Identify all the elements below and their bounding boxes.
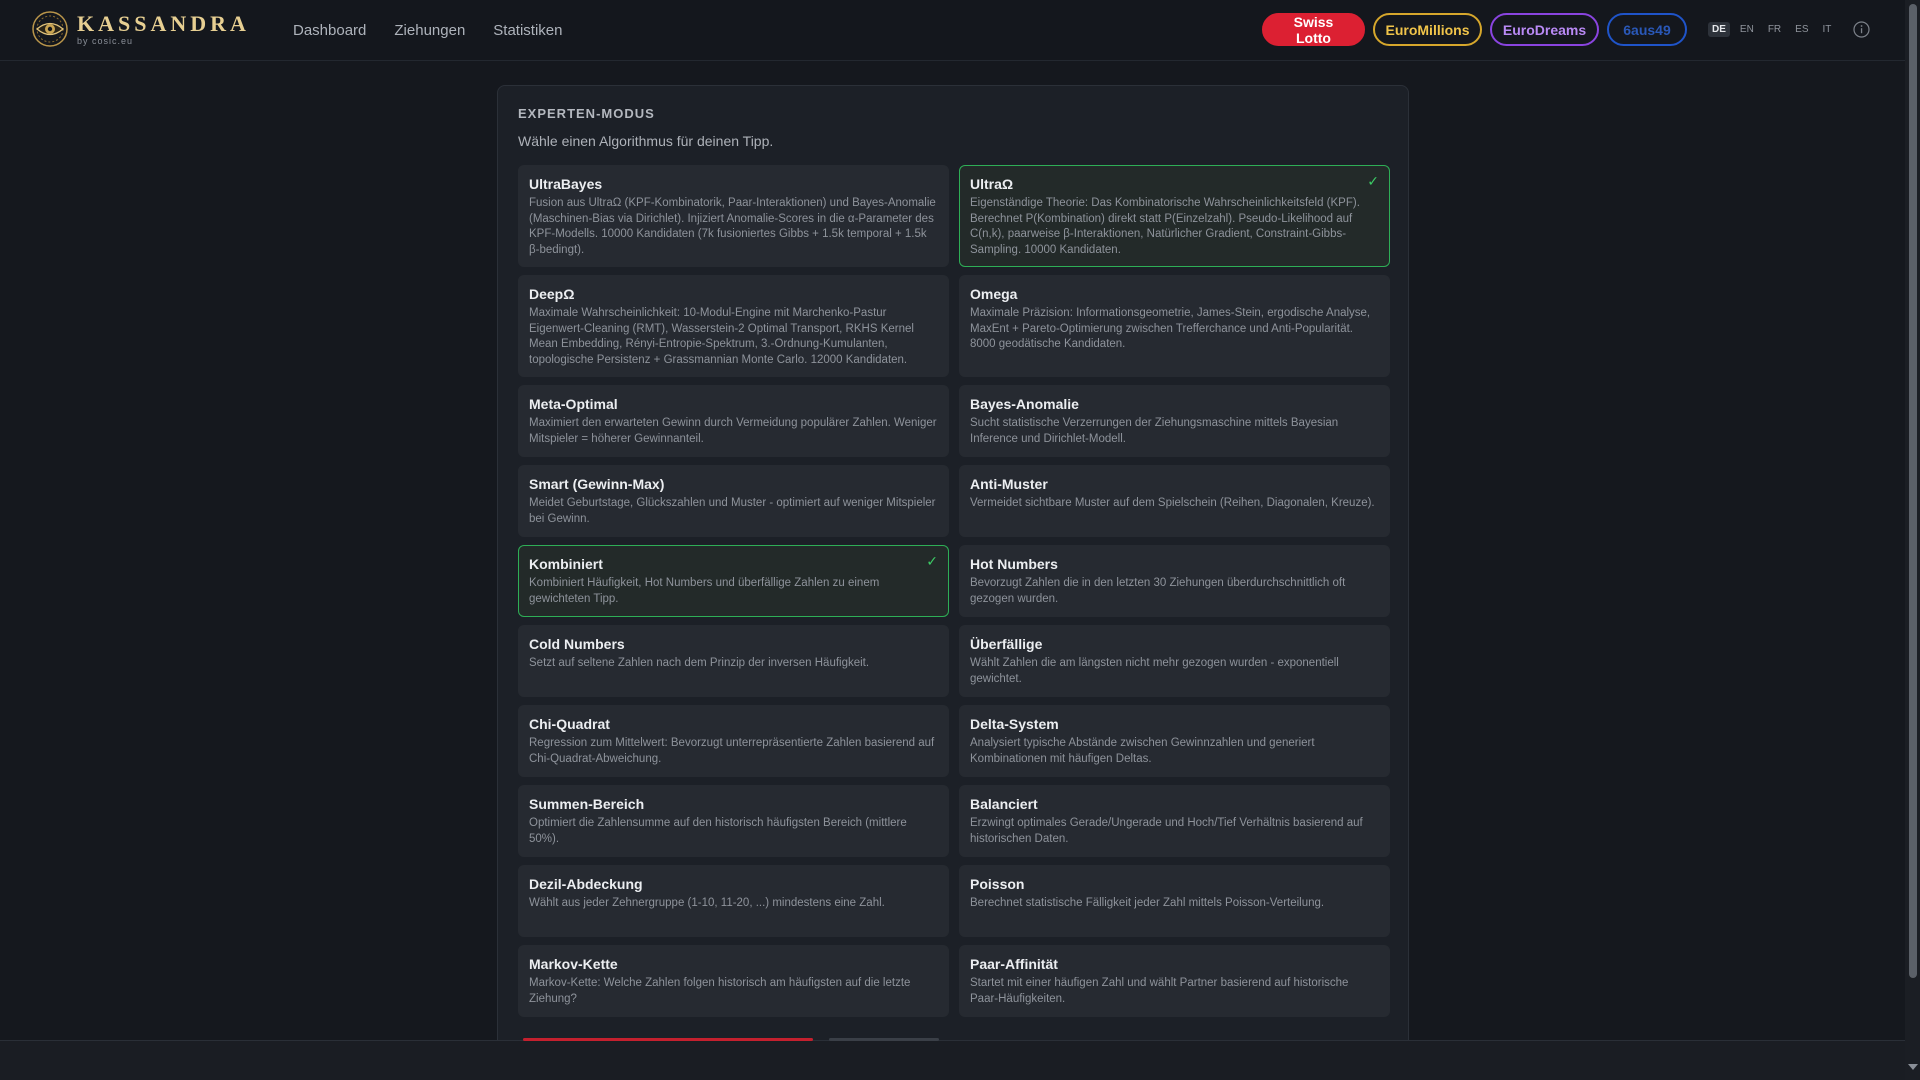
logo-name: KASSANDRA <box>77 10 250 36</box>
algorithm-title: Kombiniert <box>529 556 603 572</box>
algorithm-description: Maximiert den erwarteten Gewinn durch Ve… <box>529 417 937 445</box>
scrollbar-thumb[interactable] <box>1909 4 1917 978</box>
algorithm-title: Chi-Quadrat <box>529 716 610 732</box>
algorithm-card[interactable]: Paar-Affinität Startet mit einer häufigen… <box>959 945 1390 1017</box>
game-switcher: Swiss Lotto EuroMillions EuroDreams 6aus… <box>1262 13 1687 46</box>
algorithm-description: Regression zum Mittelwert: Bevorzugt unt… <box>529 737 935 765</box>
algorithm-description: Optimiert die Zahlensumme auf den histor… <box>529 817 907 845</box>
language-switcher: DE EN FR ES IT <box>1708 22 1835 37</box>
algorithm-description: Vermeidet sichtbare Muster auf dem Spiel… <box>970 497 1375 509</box>
algorithm-title: Poisson <box>970 876 1025 892</box>
algorithm-card[interactable]: UltraΩ Eigenständige Theorie: Das Kombina… <box>959 165 1390 267</box>
algorithm-description: Erzwingt optimales Gerade/Ungerade und H… <box>970 817 1363 845</box>
algorithm-title: Markov-Kette <box>529 956 618 972</box>
expert-mode-panel: EXPERTEN-MODUS Wähle einen Algorithmus f… <box>497 85 1409 1080</box>
algorithm-grid: UltraBayes Fusion aus UltraΩ (KPF-Kombina… <box>518 165 1390 1017</box>
info-icon[interactable] <box>1853 21 1870 38</box>
algorithm-title: Smart (Gewinn-Max) <box>529 476 665 492</box>
algorithm-card[interactable]: Summen-Bereich Optimiert die Zahlensumme … <box>518 785 949 857</box>
algorithm-card[interactable]: Anti-Muster Vermeidet sichtbare Muster au… <box>959 465 1390 537</box>
generate-button[interactable] <box>523 1038 813 1041</box>
logo-subtitle: by cosic.eu <box>77 35 134 46</box>
algorithm-title: Dezil-Abdeckung <box>529 876 643 892</box>
algorithm-card[interactable]: Cold Numbers Setzt auf seltene Zahlen nac… <box>518 625 949 697</box>
nav-ziehungen[interactable]: Ziehungen <box>394 22 465 39</box>
algorithm-description: Startet mit einer häufigen Zahl und wähl… <box>970 977 1349 1005</box>
algorithm-description: Kombiniert Häufigkeit, Hot Numbers und ü… <box>529 577 880 605</box>
algorithm-description: Wählt Zahlen die am längsten nicht mehr … <box>970 657 1339 685</box>
algorithm-title: Cold Numbers <box>529 636 625 652</box>
algorithm-title: Anti-Muster <box>970 476 1048 492</box>
algorithm-card[interactable]: Hot Numbers Bevorzugt Zahlen die in den l… <box>959 545 1390 617</box>
algorithm-card[interactable]: Delta-System Analysiert typische Abstände… <box>959 705 1390 777</box>
algorithm-description: Analysiert typische Abstände zwischen Ge… <box>970 737 1315 765</box>
algorithm-title: UltraBayes <box>529 176 603 192</box>
algorithm-card[interactable]: UltraBayes Fusion aus UltraΩ (KPF-Kombina… <box>518 165 949 267</box>
algorithm-title: Delta-System <box>970 716 1059 732</box>
algorithm-card[interactable]: Bayes-Anomalie Sucht statistische Verzerr… <box>959 385 1390 457</box>
algorithm-card[interactable]: Chi-Quadrat Regression zum Mittelwert: Be… <box>518 705 949 777</box>
lang-en[interactable]: EN <box>1736 22 1758 37</box>
eurodreams-button[interactable]: EuroDreams <box>1490 13 1599 46</box>
algorithm-description: Meidet Geburtstage, Glückszahlen und Mus… <box>529 497 936 525</box>
algorithm-description: Maximale Präzision: Informationsgeometri… <box>970 307 1371 350</box>
algorithm-title: Meta-Optimal <box>529 396 618 412</box>
bottom-bar <box>0 1040 1905 1080</box>
main-nav: Dashboard Ziehungen Statistiken <box>293 0 563 60</box>
algorithm-card[interactable]: Smart (Gewinn-Max) Meidet Geburtstage, Gl… <box>518 465 949 537</box>
check-icon: ✓ <box>926 553 938 569</box>
lang-fr[interactable]: FR <box>1764 22 1785 37</box>
lang-es[interactable]: ES <box>1791 22 1812 37</box>
check-icon: ✓ <box>1367 173 1379 189</box>
algorithm-card[interactable]: Omega Maximale Präzision: Informationsgeo… <box>959 275 1390 377</box>
algorithm-description: Eigenständige Theorie: Das Kombinatorisc… <box>970 197 1360 256</box>
algorithm-card[interactable]: Markov-Kette Markov-Kette: Welche Zahlen … <box>518 945 949 1017</box>
scroll-down-arrow-icon[interactable] <box>1908 1064 1918 1070</box>
algorithm-description: Setzt auf seltene Zahlen nach dem Prinzi… <box>529 657 870 669</box>
panel-title: EXPERTEN-MODUS <box>518 106 655 121</box>
algorithm-title: Omega <box>970 286 1018 302</box>
swiss-lotto-button[interactable]: Swiss Lotto <box>1262 13 1365 46</box>
lang-it[interactable]: IT <box>1819 22 1836 37</box>
algorithm-card[interactable]: Kombiniert Kombiniert Häufigkeit, Hot Num… <box>518 545 949 617</box>
algorithm-title: Summen-Bereich <box>529 796 645 812</box>
algorithm-description: Sucht statistische Verzerrungen der Zieh… <box>970 417 1339 445</box>
nav-dashboard[interactable]: Dashboard <box>293 22 366 39</box>
algorithm-title: Balanciert <box>970 796 1038 812</box>
algorithm-title: Paar-Affinität <box>970 956 1058 972</box>
algorithm-description: Maximale Wahrscheinlichkeit: 10-Modul-En… <box>529 307 914 366</box>
algorithm-description: Wählt aus jeder Zehnergruppe (1-10, 11-2… <box>529 897 885 909</box>
top-navbar: KASSANDRA by cosic.eu Dashboard Ziehunge… <box>0 0 1905 61</box>
euromillions-button[interactable]: EuroMillions <box>1373 13 1482 46</box>
algorithm-description: Fusion aus UltraΩ (KPF-Kombinatorik, Paa… <box>529 197 936 256</box>
algorithm-card[interactable]: Poisson Berechnet statistische Fälligkeit… <box>959 865 1390 937</box>
logo[interactable]: KASSANDRA by cosic.eu <box>31 10 250 48</box>
algorithm-card[interactable]: Dezil-Abdeckung Wählt aus jeder Zehnergru… <box>518 865 949 937</box>
algorithm-description: Markov-Kette: Welche Zahlen folgen histo… <box>529 977 911 1005</box>
algorithm-title: Überfällige <box>970 636 1043 652</box>
algorithm-card[interactable]: Balanciert Erzwingt optimales Gerade/Unge… <box>959 785 1390 857</box>
algorithm-card[interactable]: Überfällige Wählt Zahlen die am längsten … <box>959 625 1390 697</box>
algorithm-card[interactable]: Meta-Optimal Maximiert den erwarteten Gew… <box>518 385 949 457</box>
algorithm-title: Bayes-Anomalie <box>970 396 1079 412</box>
lang-de[interactable]: DE <box>1708 22 1730 37</box>
algorithm-title: Hot Numbers <box>970 556 1058 572</box>
algorithm-description: Bevorzugt Zahlen die in den letzten 30 Z… <box>970 577 1346 605</box>
6aus49-button[interactable]: 6aus49 <box>1607 13 1687 46</box>
algorithm-title: UltraΩ <box>970 176 1014 192</box>
secondary-button[interactable] <box>829 1038 939 1041</box>
nav-statistiken[interactable]: Statistiken <box>493 22 562 39</box>
algorithm-title: DeepΩ <box>529 286 575 302</box>
eye-logo-icon <box>32 11 68 47</box>
panel-subtitle: Wähle einen Algorithmus für deinen Tipp. <box>518 133 774 149</box>
algorithm-description: Berechnet statistische Fälligkeit jeder … <box>970 897 1325 909</box>
algorithm-card[interactable]: DeepΩ Maximale Wahrscheinlichkeit: 10-Mod… <box>518 275 949 377</box>
